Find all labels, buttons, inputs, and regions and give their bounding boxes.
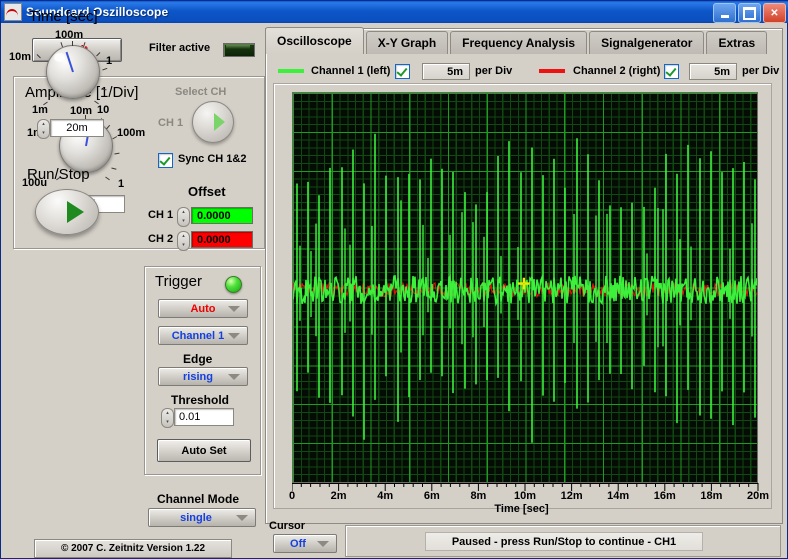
x-tick-label: 14m [607, 490, 630, 502]
trigger-source-value: Channel 1 [171, 329, 225, 342]
window-controls: ✕ [713, 3, 786, 23]
time-tick-10: 10 [97, 104, 110, 116]
edge-title: Edge [183, 352, 213, 366]
sync-label: Sync CH 1&2 [178, 153, 247, 165]
offset-title: Offset [188, 184, 226, 199]
offset-ch2-field[interactable]: 0.0000 [191, 231, 253, 248]
amplitude-tick-100m: 100m [117, 127, 146, 139]
x-tick-label: 12m [560, 490, 583, 502]
channel1-enable-checkbox[interactable] [395, 64, 410, 79]
tab-oscilloscope[interactable]: Oscilloscope [265, 27, 364, 54]
tab-signalgenerator[interactable]: Signalgenerator [589, 31, 705, 54]
trigger-title: Trigger [155, 273, 202, 290]
sync-checkbox[interactable] [158, 153, 173, 168]
trigger-panel: Trigger Auto Channel 1 Edge rising Thres… [144, 266, 261, 475]
select-ch-label: Select CH [175, 86, 227, 98]
oscilloscope-plot[interactable]: ✛ [292, 92, 758, 483]
filter-active-led[interactable] [223, 43, 255, 57]
runstop-title: Run/Stop [27, 166, 90, 183]
channel2-perdiv-label: per Div [742, 65, 780, 77]
offset-ch1-spinner[interactable]: ▴ ▾ [177, 207, 190, 227]
time-title: Time [sec] [29, 8, 98, 25]
chevron-down-icon [228, 305, 240, 312]
tab-xy-graph[interactable]: X-Y Graph [365, 31, 449, 54]
trigger-mode-dropdown[interactable]: Auto [158, 299, 248, 318]
channel1-legend-swatch [278, 69, 304, 73]
chevron-down-icon [228, 373, 240, 380]
threshold-title: Threshold [171, 393, 230, 407]
time-spinner[interactable]: ▴ ▾ [37, 119, 50, 139]
chevron-down-icon [317, 540, 329, 547]
trigger-source-dropdown[interactable]: Channel 1 [158, 326, 248, 345]
channel-mode-value: single [180, 511, 212, 524]
cursor-marker-icon: ✛ [517, 276, 531, 294]
channel2-perdiv-field[interactable]: 5m [689, 63, 737, 80]
offset-ch1-field[interactable]: 0.0000 [191, 207, 253, 224]
application-window: Soundcard Oszilloscope ✕ Exit Filter act… [0, 0, 788, 559]
cursor-dropdown[interactable]: Off [273, 534, 337, 553]
trigger-mode-value: Auto [190, 302, 216, 315]
time-tick-1m: 1m [32, 104, 48, 116]
minimize-icon[interactable] [713, 3, 736, 23]
select-ch-button[interactable] [192, 101, 234, 143]
offset-ch1-label: CH 1 [148, 209, 174, 221]
select-ch-value: CH 1 [158, 117, 184, 129]
time-tick-10m: 10m [9, 51, 32, 63]
offset-ch2-label: CH 2 [148, 233, 174, 245]
tab-frequency-analysis[interactable]: Frequency Analysis [450, 31, 588, 54]
time-value-stepper[interactable]: ▴ ▾ 20m [37, 119, 104, 139]
play-triangle-icon [67, 201, 84, 223]
run-stop-button[interactable] [35, 189, 99, 235]
filter-active-label: Filter active [149, 42, 211, 54]
maximize-icon[interactable] [738, 3, 761, 23]
channel-mode-title: Channel Mode [157, 492, 240, 506]
trigger-edge-dropdown[interactable]: rising [158, 367, 248, 386]
time-tick-100m: 100m [55, 29, 84, 41]
trigger-led [225, 276, 242, 293]
waveform-icon [4, 3, 22, 21]
tab-strip: Oscilloscope X-Y Graph Frequency Analysi… [265, 27, 769, 54]
x-tick-label: 0 [288, 490, 296, 502]
x-tick-label: 10m [513, 490, 537, 502]
x-tick-label: 18m [700, 490, 723, 502]
trigger-edge-value: rising [183, 370, 213, 383]
x-axis-title: Time [sec] [494, 503, 549, 515]
chevron-down-icon [228, 332, 240, 339]
channel1-perdiv-field[interactable]: 5m [422, 63, 470, 80]
chevron-down-icon [236, 514, 248, 521]
play-triangle-icon [214, 113, 225, 131]
amplitude-tick-1: 1 [118, 178, 125, 190]
x-axis-labels: 0 2m 4m 6m 8m 10m 12m 14m 16m 18m 20m [271, 490, 781, 504]
x-tick-label: 4m [377, 490, 394, 502]
title-bar: Soundcard Oszilloscope ✕ [1, 1, 788, 23]
amplitude-tick-10m: 10m [70, 105, 93, 117]
close-icon[interactable]: ✕ [763, 3, 786, 23]
x-tick-label: 8m [470, 490, 487, 502]
cursor-label: Cursor [269, 520, 306, 532]
x-tick-label: 2m [330, 490, 347, 502]
tab-extras[interactable]: Extras [706, 31, 768, 54]
time-value-field[interactable]: 20m [50, 119, 104, 137]
threshold-spinner[interactable]: ▴ ▾ [161, 408, 174, 428]
cursor-value: Off [290, 537, 306, 550]
channel2-legend-swatch [539, 69, 565, 73]
x-tick-label: 6m [423, 490, 440, 502]
x-tick-label: 16m [653, 490, 676, 502]
offset-ch2-spinner[interactable]: ▴ ▾ [177, 231, 190, 251]
channel1-perdiv-label: per Div [475, 65, 513, 77]
channel2-legend-label: Channel 2 (right) [573, 65, 661, 77]
time-knob[interactable] [46, 45, 100, 99]
status-message: Paused - press Run/Stop to continue - CH… [425, 532, 703, 551]
threshold-field[interactable]: 0.01 [174, 408, 234, 426]
threshold-stepper[interactable]: ▴ ▾ 0.01 [161, 408, 234, 428]
channel1-legend-label: Channel 1 (left) [311, 65, 391, 77]
auto-set-button[interactable]: Auto Set [157, 439, 251, 462]
channel2-enable-checkbox[interactable] [664, 64, 679, 79]
channel-mode-dropdown[interactable]: single [148, 508, 256, 527]
copyright-label: © 2007 C. Zeitnitz Version 1.22 [34, 539, 232, 558]
x-tick-label: 20m [746, 490, 770, 502]
time-tick-1: 1 [106, 55, 113, 67]
